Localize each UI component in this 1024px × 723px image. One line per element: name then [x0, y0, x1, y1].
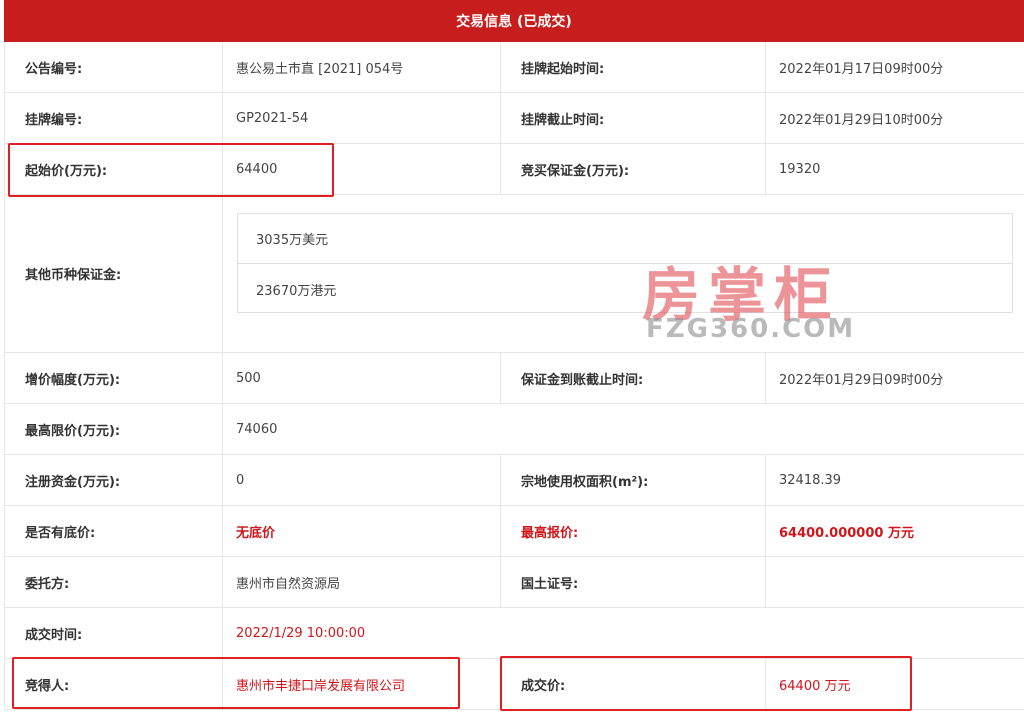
- registered-capital-value: 0: [223, 455, 501, 505]
- listing-no-value: GP2021-54: [223, 93, 501, 143]
- table-row: 增价幅度(万元): 500 保证金到账截止时间: 2022年01月29日09时0…: [5, 353, 1024, 404]
- client-value: 惠州市自然资源局: [223, 557, 501, 607]
- other-currency-subtable: 3035万美元 23670万港元: [237, 213, 1013, 313]
- listing-start-label: 挂牌起始时间:: [501, 42, 766, 92]
- deposit-deadline-value: 2022年01月29日09时00分: [779, 372, 944, 388]
- listing-end-value: 2022年01月29日10时00分: [779, 112, 944, 128]
- table-row: 挂牌编号: GP2021-54 挂牌截止时间: 2022年01月29日10时00…: [5, 93, 1024, 144]
- registered-capital-label: 注册资金(万元):: [5, 455, 223, 505]
- deposit-label: 竞买保证金(万元):: [501, 144, 766, 194]
- reserve-price-value: 无底价: [223, 506, 501, 556]
- table-row: 委托方: 惠州市自然资源局 国土证号:: [5, 557, 1024, 608]
- watermark-url-text: FZG360.COM: [646, 314, 856, 344]
- table-row: 其他币种保证金: 3035万美元 23670万港元: [5, 195, 1024, 353]
- table-row: 公告编号: 惠公易土市直 [2021] 054号 挂牌起始时间: 2022年01…: [5, 42, 1024, 93]
- hkd-deposit-value: 23670万港元: [256, 283, 337, 299]
- client-label: 委托方:: [5, 557, 223, 607]
- table-row: 最高限价(万元): 74060: [5, 404, 1024, 455]
- announcement-no-label: 公告编号:: [5, 42, 223, 92]
- usd-deposit-value: 3035万美元: [238, 214, 1012, 264]
- table-row: 是否有底价: 无底价 最高报价: 64400.000000 万元: [5, 506, 1024, 557]
- highest-bid-label: 最高报价:: [501, 506, 766, 556]
- deposit-deadline-label: 保证金到账截止时间:: [501, 353, 766, 403]
- listing-start-value: 2022年01月17日09时00分: [779, 61, 944, 77]
- land-cert-value: [766, 557, 1024, 607]
- section-title: 交易信息 (已成交): [456, 14, 572, 30]
- deal-price-value: 64400 万元: [779, 678, 851, 694]
- reserve-price-label: 是否有底价:: [5, 506, 223, 556]
- winner-value: 惠州市丰捷口岸发展有限公司: [223, 659, 501, 709]
- table-row: 成交时间: 2022/1/29 10:00:00: [5, 608, 1024, 659]
- transaction-info-table: 公告编号: 惠公易土市直 [2021] 054号 挂牌起始时间: 2022年01…: [4, 42, 1024, 710]
- land-area-label: 宗地使用权面积(m²):: [501, 455, 766, 505]
- land-area-value: 32418.39: [779, 472, 842, 488]
- max-price-label: 最高限价(万元):: [5, 404, 223, 454]
- start-price-label: 起始价(万元):: [5, 144, 223, 194]
- deal-time-label: 成交时间:: [5, 608, 223, 658]
- deal-price-label: 成交价:: [501, 659, 766, 709]
- land-cert-label: 国土证号:: [501, 557, 766, 607]
- listing-end-label: 挂牌截止时间:: [501, 93, 766, 143]
- announcement-no-value: 惠公易土市直 [2021] 054号: [223, 42, 501, 92]
- highest-bid-value: 64400.000000 万元: [779, 525, 914, 541]
- increment-value: 500: [223, 353, 501, 403]
- max-price-value: 74060: [236, 421, 278, 437]
- winner-label: 竞得人:: [5, 659, 223, 709]
- listing-no-label: 挂牌编号:: [5, 93, 223, 143]
- deposit-value: 19320: [779, 161, 821, 177]
- deal-time-value: 2022/1/29 10:00:00: [236, 625, 366, 641]
- start-price-value: 64400: [223, 144, 501, 194]
- other-currency-deposit-label: 其他币种保证金:: [5, 195, 223, 352]
- table-row: 注册资金(万元): 0 宗地使用权面积(m²): 32418.39: [5, 455, 1024, 506]
- table-row: 起始价(万元): 64400 竞买保证金(万元): 19320: [5, 144, 1024, 195]
- increment-label: 增价幅度(万元):: [5, 353, 223, 403]
- table-row: 竞得人: 惠州市丰捷口岸发展有限公司 成交价: 64400 万元: [5, 659, 1024, 710]
- section-header: 交易信息 (已成交): [4, 0, 1024, 42]
